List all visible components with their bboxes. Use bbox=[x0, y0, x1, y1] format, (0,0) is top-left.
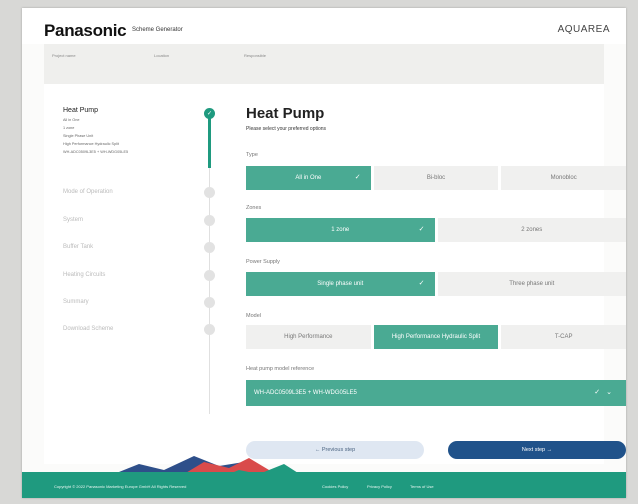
check-icon: ✓ bbox=[354, 174, 361, 181]
check-icon: ✓ bbox=[594, 389, 607, 396]
app-name: Scheme Generator bbox=[132, 27, 183, 33]
privacy-policy-link[interactable]: Privacy Policy bbox=[367, 484, 392, 489]
sidebar-detail: High Performance Hydraulic Split bbox=[63, 142, 119, 146]
copyright: Copyright © 2022 Panasonic Marketing Eur… bbox=[54, 484, 187, 489]
responsible-field[interactable]: Responsible bbox=[244, 53, 266, 58]
option-label: Bi-bloc bbox=[426, 175, 446, 181]
option-label: 2 zones bbox=[521, 227, 543, 233]
sidebar-detail: Single Phase Unit bbox=[63, 134, 94, 138]
app-window: Panasonic Scheme Generator AQUAREA Proje… bbox=[22, 8, 626, 498]
model-reference-value: WH-ADC0509L3E5 + WH-WDG05LE5 bbox=[254, 390, 357, 396]
type-option-bi-bloc[interactable]: Bi-bloc bbox=[373, 166, 499, 190]
sidebar-detail: 1 zone bbox=[63, 126, 75, 130]
chevron-down-icon: ⌄ bbox=[606, 389, 618, 396]
step-dot bbox=[204, 297, 215, 308]
model-reference-label: Heat pump model reference bbox=[246, 366, 315, 372]
check-icon: ✓ bbox=[418, 280, 425, 287]
footer: Copyright © 2022 Panasonic Marketing Eur… bbox=[22, 472, 626, 498]
option-label: Three phase unit bbox=[509, 281, 555, 287]
type-selector: All in One ✓ Bi-bloc Monobloc bbox=[246, 166, 626, 190]
zones-option-2[interactable]: 2 zones bbox=[437, 218, 626, 242]
main-card: Heat Pump All in One 1 zone Single Phase… bbox=[44, 84, 626, 464]
option-label: Monobloc bbox=[550, 175, 577, 181]
step-dot bbox=[204, 324, 215, 335]
power-option-three-phase[interactable]: Three phase unit bbox=[437, 272, 626, 296]
sidebar-detail: WH-ADC0509L3E5 + WH-WDG05LE5 bbox=[63, 150, 129, 154]
power-supply-label: Power Supply bbox=[246, 259, 280, 265]
option-label: 1 zone bbox=[331, 227, 350, 233]
location-field[interactable]: Location bbox=[154, 53, 169, 58]
option-label: High Performance bbox=[284, 334, 333, 340]
option-label: Single phase unit bbox=[317, 281, 364, 287]
terms-of-use-link[interactable]: Terms of Use bbox=[410, 484, 434, 489]
option-label: All in One bbox=[295, 175, 322, 181]
type-option-all-in-one[interactable]: All in One ✓ bbox=[246, 166, 371, 190]
model-reference-select[interactable]: WH-ADC0509L3E5 + WH-WDG05LE5 ✓⌄ bbox=[246, 380, 626, 406]
model-option-t-cap[interactable]: T-CAP bbox=[501, 325, 626, 349]
check-icon: ✓ bbox=[418, 226, 425, 233]
step-dot bbox=[204, 215, 215, 226]
project-bar: Project name Location Responsible bbox=[44, 44, 604, 84]
sidebar-item-heating-circuits[interactable]: Heating Circuits bbox=[63, 272, 105, 278]
zones-option-1[interactable]: 1 zone ✓ bbox=[246, 218, 435, 242]
model-selector: High Performance High Performance Hydrau… bbox=[246, 325, 626, 349]
progress-rail-active bbox=[208, 112, 211, 168]
option-label: High Performance Hydraulic Split bbox=[391, 334, 481, 340]
model-option-high-performance[interactable]: High Performance bbox=[246, 325, 371, 349]
sidebar-item-system[interactable]: System bbox=[63, 217, 83, 223]
step-dot bbox=[204, 270, 215, 281]
zones-selector: 1 zone ✓ 2 zones bbox=[246, 218, 626, 242]
option-label: T-CAP bbox=[554, 334, 573, 340]
type-option-monobloc[interactable]: Monobloc bbox=[501, 166, 626, 190]
step-dot-heat-pump: ✓ bbox=[204, 108, 215, 119]
sidebar-item-heat-pump[interactable]: Heat Pump bbox=[63, 107, 98, 114]
model-label: Model bbox=[246, 313, 261, 319]
model-option-hydraulic-split[interactable]: High Performance Hydraulic Split bbox=[373, 325, 499, 349]
power-supply-selector: Single phase unit ✓ Three phase unit bbox=[246, 272, 626, 296]
sidebar-detail: All in One bbox=[63, 118, 80, 122]
sidebar-item-download-scheme[interactable]: Download Scheme bbox=[63, 326, 113, 332]
sidebar-item-summary[interactable]: Summary bbox=[63, 299, 89, 305]
zones-label: Zones bbox=[246, 205, 262, 211]
type-label: Type bbox=[246, 152, 258, 158]
step-dot bbox=[204, 242, 215, 253]
aquarea-logo: AQUAREA bbox=[557, 24, 610, 35]
page-lead: Please select your preferred options bbox=[246, 126, 327, 132]
sidebar-item-mode-of-operation[interactable]: Mode of Operation bbox=[63, 189, 113, 195]
power-option-single-phase[interactable]: Single phase unit ✓ bbox=[246, 272, 435, 296]
page-title: Heat Pump bbox=[246, 105, 325, 122]
project-name-field[interactable]: Project name bbox=[52, 53, 76, 58]
panasonic-logo: Panasonic bbox=[44, 21, 127, 40]
step-dot bbox=[204, 187, 215, 198]
header: Panasonic Scheme Generator AQUAREA bbox=[22, 8, 626, 44]
cookies-policy-link[interactable]: Cookies Policy bbox=[322, 484, 348, 489]
sidebar-item-buffer-tank[interactable]: Buffer Tank bbox=[63, 244, 93, 250]
